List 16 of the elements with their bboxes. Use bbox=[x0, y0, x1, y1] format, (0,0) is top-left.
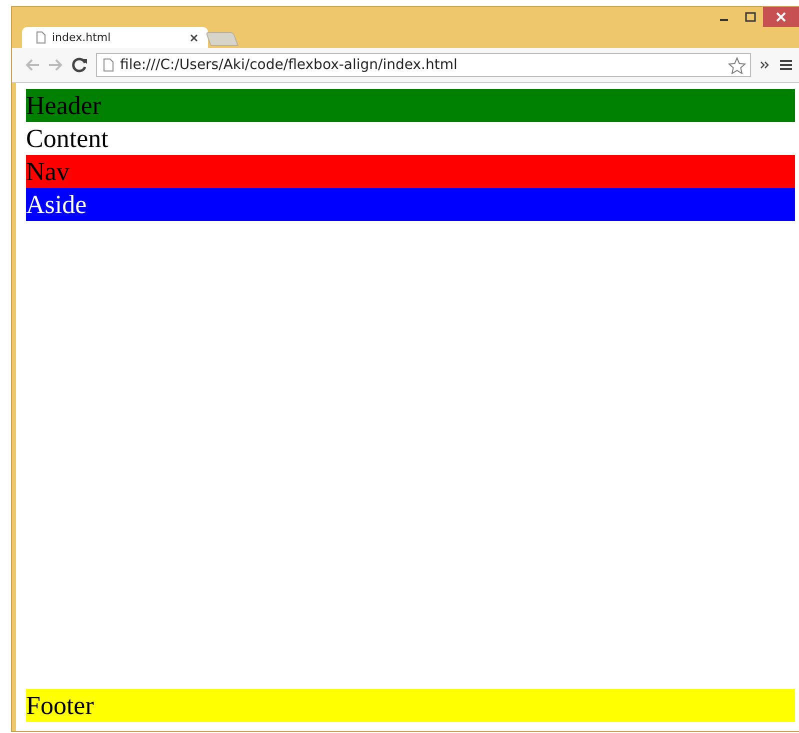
menu-icon[interactable] bbox=[779, 59, 793, 71]
document-icon bbox=[36, 31, 46, 44]
star-icon[interactable] bbox=[728, 56, 746, 74]
page-section: Aside bbox=[26, 188, 795, 221]
close-icon bbox=[776, 12, 786, 22]
footer-section: Footer bbox=[26, 689, 795, 722]
address-bar[interactable]: file:///C:/Users/Aki/code/flexbox-align/index.html bbox=[96, 53, 751, 77]
page-section: Header bbox=[26, 89, 795, 122]
close-button[interactable] bbox=[763, 7, 799, 27]
close-icon[interactable] bbox=[190, 34, 198, 42]
document-icon bbox=[103, 58, 114, 72]
page-section: Nav bbox=[26, 155, 795, 188]
chevron-icon[interactable] bbox=[759, 60, 771, 70]
browser-tab[interactable]: index.html bbox=[22, 27, 208, 48]
reload-icon[interactable] bbox=[72, 57, 88, 73]
maximize-icon[interactable] bbox=[744, 12, 756, 22]
